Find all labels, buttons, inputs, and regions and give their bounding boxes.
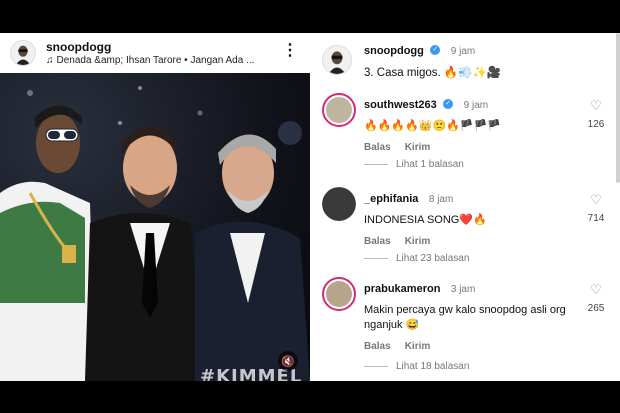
commenter-avatar[interactable] — [322, 187, 356, 221]
comment-time: 3 jam — [450, 284, 476, 295]
view-replies-label: Lihat 18 balasan — [396, 361, 470, 372]
mute-icon[interactable]: 🔇 — [278, 351, 298, 371]
audio-track-label: Denada &amp; Ihsan Tarore • Jangan Ada .… — [56, 54, 255, 66]
view-replies-link[interactable]: Lihat 23 balasan — [364, 253, 469, 264]
commenter-avatar[interactable] — [322, 277, 356, 311]
verified-badge-icon: ✓ — [443, 98, 454, 109]
comment-username[interactable]: _ephifania — [364, 193, 418, 205]
like-count: 265 — [587, 303, 605, 314]
view-replies-label: Lihat 23 balasan — [396, 253, 470, 264]
author-avatar[interactable] — [10, 40, 36, 66]
view-replies-link[interactable]: Lihat 18 balasan — [364, 361, 469, 372]
caption-author-avatar[interactable] — [322, 45, 352, 75]
instagram-post-frame: snoopdogg ♫ Denada &amp; Ihsan Tarore • … — [0, 33, 620, 381]
post-caption: snoopdogg ✓ 9 jam 3. Casa migos. 🔥💨✨🎥 — [322, 41, 612, 81]
scrollbar[interactable] — [616, 33, 620, 183]
comment-text: INDONESIA SONG❤️🔥 — [364, 214, 487, 226]
comment-time: 8 jam — [428, 194, 454, 205]
heart-icon[interactable]: ♡ — [584, 99, 608, 113]
verified-badge-icon: ✓ — [430, 44, 441, 55]
comment-text: Makin percaya gw kalo snoopdog asli org … — [364, 304, 566, 331]
music-note-icon: ♫ — [46, 54, 54, 66]
like-count: 714 — [587, 213, 605, 224]
comments-panel: snoopdogg ✓ 9 jam 3. Casa migos. 🔥💨✨🎥 so… — [310, 33, 620, 381]
post-photo[interactable]: #KIMMEL 🔇 — [0, 73, 310, 381]
heart-icon[interactable]: ♡ — [584, 193, 608, 207]
comment-text: 🔥🔥🔥🔥👑🙂🔥🏴🏴🏴 — [364, 120, 501, 132]
like-count: 126 — [587, 119, 605, 130]
post-photo-illustration — [0, 86, 310, 381]
post-media-panel: snoopdogg ♫ Denada &amp; Ihsan Tarore • … — [0, 33, 310, 381]
heart-icon[interactable]: ♡ — [584, 283, 608, 297]
comment-time: 9 jam — [463, 100, 489, 111]
send-button[interactable]: Kirim — [405, 341, 431, 352]
caption-username[interactable]: snoopdogg — [364, 45, 424, 57]
caption-time: 9 jam — [450, 46, 476, 57]
audio-track[interactable]: ♫ Denada &amp; Ihsan Tarore • Jangan Ada… — [46, 54, 276, 67]
reply-button[interactable]: Balas — [364, 236, 391, 247]
view-replies-label: Lihat 1 balasan — [396, 159, 464, 170]
comment-username[interactable]: prabukameron — [364, 283, 440, 295]
post-header: snoopdogg ♫ Denada &amp; Ihsan Tarore • … — [0, 33, 310, 73]
send-button[interactable]: Kirim — [405, 236, 431, 247]
caption-text: 3. Casa migos. 🔥💨✨🎥 — [364, 67, 502, 79]
reply-button[interactable]: Balas — [364, 142, 391, 153]
author-username[interactable]: snoopdogg — [46, 40, 276, 54]
comment-item: _ephifania 8 jam INDONESIA SONG❤️🔥 Balas… — [322, 187, 612, 247]
comment-item: southwest263 ✓ 9 jam 🔥🔥🔥🔥👑🙂🔥🏴🏴🏴 Balas Ki… — [322, 93, 612, 153]
view-replies-link[interactable]: Lihat 1 balasan — [364, 159, 464, 170]
commenter-avatar[interactable] — [322, 93, 356, 127]
reply-button[interactable]: Balas — [364, 341, 391, 352]
comment-item: prabukameron 3 jam Makin percaya gw kalo… — [322, 277, 612, 353]
comment-username[interactable]: southwest263 — [364, 99, 437, 111]
more-options-icon[interactable]: ⋮ — [282, 43, 298, 59]
send-button[interactable]: Kirim — [405, 142, 431, 153]
